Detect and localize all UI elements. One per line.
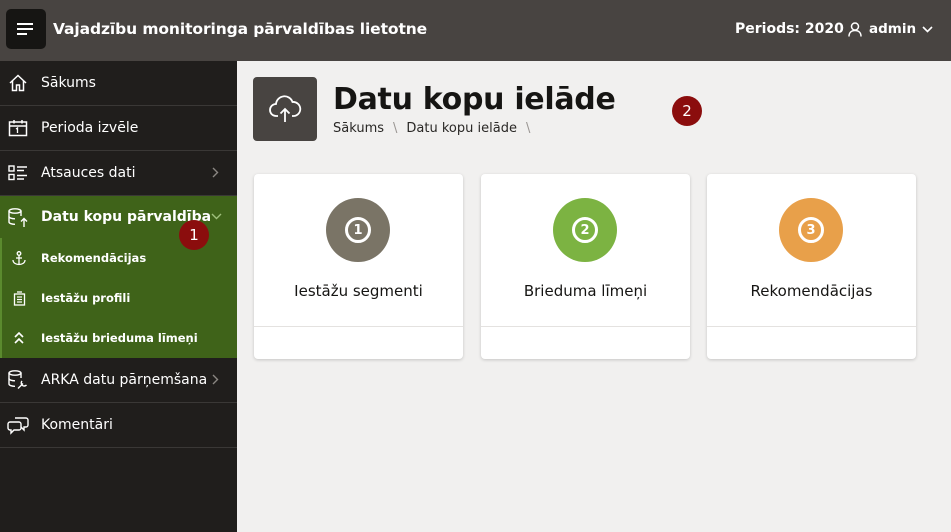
breadcrumb-current: Datu kopu ielāde [406, 121, 517, 136]
card-number-circle: 2 [553, 198, 617, 262]
anchor-icon [11, 250, 27, 266]
card-divider [707, 326, 916, 327]
page-icon [253, 77, 317, 141]
chevron-down-icon [922, 25, 933, 33]
user-name: admin [869, 21, 917, 37]
sidebar-item-perioda-izvele[interactable]: Perioda izvēle [0, 106, 237, 151]
card-brieduma-limeni[interactable]: 2 Brieduma līmeņi [481, 174, 690, 359]
card-title: Iestāžu segmenti [294, 282, 423, 300]
sidebar-item-label: Perioda izvēle [41, 120, 139, 136]
menu-toggle-button[interactable] [6, 9, 46, 49]
card-title: Brieduma līmeņi [523, 282, 648, 300]
annotation-badge-2: 2 [672, 96, 702, 126]
sidebar-subitem-iestazu-profili[interactable]: Iestāžu profili [2, 278, 237, 318]
chevron-right-icon [212, 167, 219, 178]
sidebar-subitem-iestazu-brieduma-limeni[interactable]: Iestāžu brieduma līmeņi [2, 318, 237, 358]
comments-icon [7, 414, 29, 436]
submenu-datu-kopu-parvaldiba: Rekomendācijas Iestāžu profili Iestāžu b… [0, 238, 237, 358]
card-number: 1 [345, 217, 371, 243]
chevron-down-icon [211, 213, 222, 220]
sidebar-subitem-label: Rekomendācijas [41, 251, 147, 265]
sidebar-item-arka-datu-parnemsana[interactable]: ARKA datu pārņemšana [0, 358, 237, 403]
building-icon [11, 290, 27, 306]
app-title[interactable]: Vajadzību monitoringa pārvaldības lietot… [53, 0, 427, 61]
cloud-upload-icon [269, 95, 302, 122]
page-title: Datu kopu ielāde [333, 82, 616, 117]
sidebar-item-label: Sākums [41, 75, 96, 91]
breadcrumb-separator: \ [393, 121, 398, 136]
period-label: Periods: 2020 [735, 21, 844, 37]
card-number-circle: 3 [779, 198, 843, 262]
breadcrumb-link-sakums[interactable]: Sākums [333, 121, 384, 136]
card-number-circle: 1 [326, 198, 390, 262]
app-header: Vajadzību monitoringa pārvaldības lietot… [0, 0, 951, 61]
database-wrench-icon [7, 369, 29, 391]
sidebar-item-sakums[interactable]: Sākums [0, 61, 237, 106]
card-divider [481, 326, 690, 327]
home-icon [7, 72, 29, 94]
calendar-icon [7, 117, 29, 139]
user-icon [848, 21, 862, 37]
card-rekomendacijas[interactable]: 3 Rekomendācijas [707, 174, 916, 359]
hamburger-icon [17, 23, 33, 35]
card-divider [254, 326, 463, 327]
double-chevron-up-icon [11, 330, 27, 346]
list-icon [7, 162, 29, 184]
sidebar-nav: Sākums Perioda izvēle Atsauces dati Datu… [0, 61, 237, 532]
chevron-right-icon [212, 374, 219, 385]
breadcrumb: Sākums \ Datu kopu ielāde \ [333, 121, 539, 136]
annotation-badge-1: 1 [179, 220, 209, 250]
user-menu[interactable]: admin [848, 0, 933, 61]
breadcrumb-separator: \ [525, 121, 531, 136]
sidebar-item-label: Komentāri [41, 417, 113, 433]
sidebar-subitem-label: Iestāžu profili [41, 291, 131, 305]
sidebar-item-label: ARKA datu pārņemšana [41, 372, 208, 388]
card-iestazu-segmenti[interactable]: 1 Iestāžu segmenti [254, 174, 463, 359]
database-upload-icon [7, 207, 29, 229]
card-title: Rekomendācijas [750, 282, 873, 300]
sidebar-item-label: Atsauces dati [41, 165, 136, 181]
sidebar-subitem-label: Iestāžu brieduma līmeņi [41, 331, 198, 345]
card-number: 2 [572, 217, 598, 243]
sidebar-item-komentari[interactable]: Komentāri [0, 403, 237, 448]
card-number: 3 [798, 217, 824, 243]
sidebar-item-atsauces-dati[interactable]: Atsauces dati [0, 151, 237, 196]
